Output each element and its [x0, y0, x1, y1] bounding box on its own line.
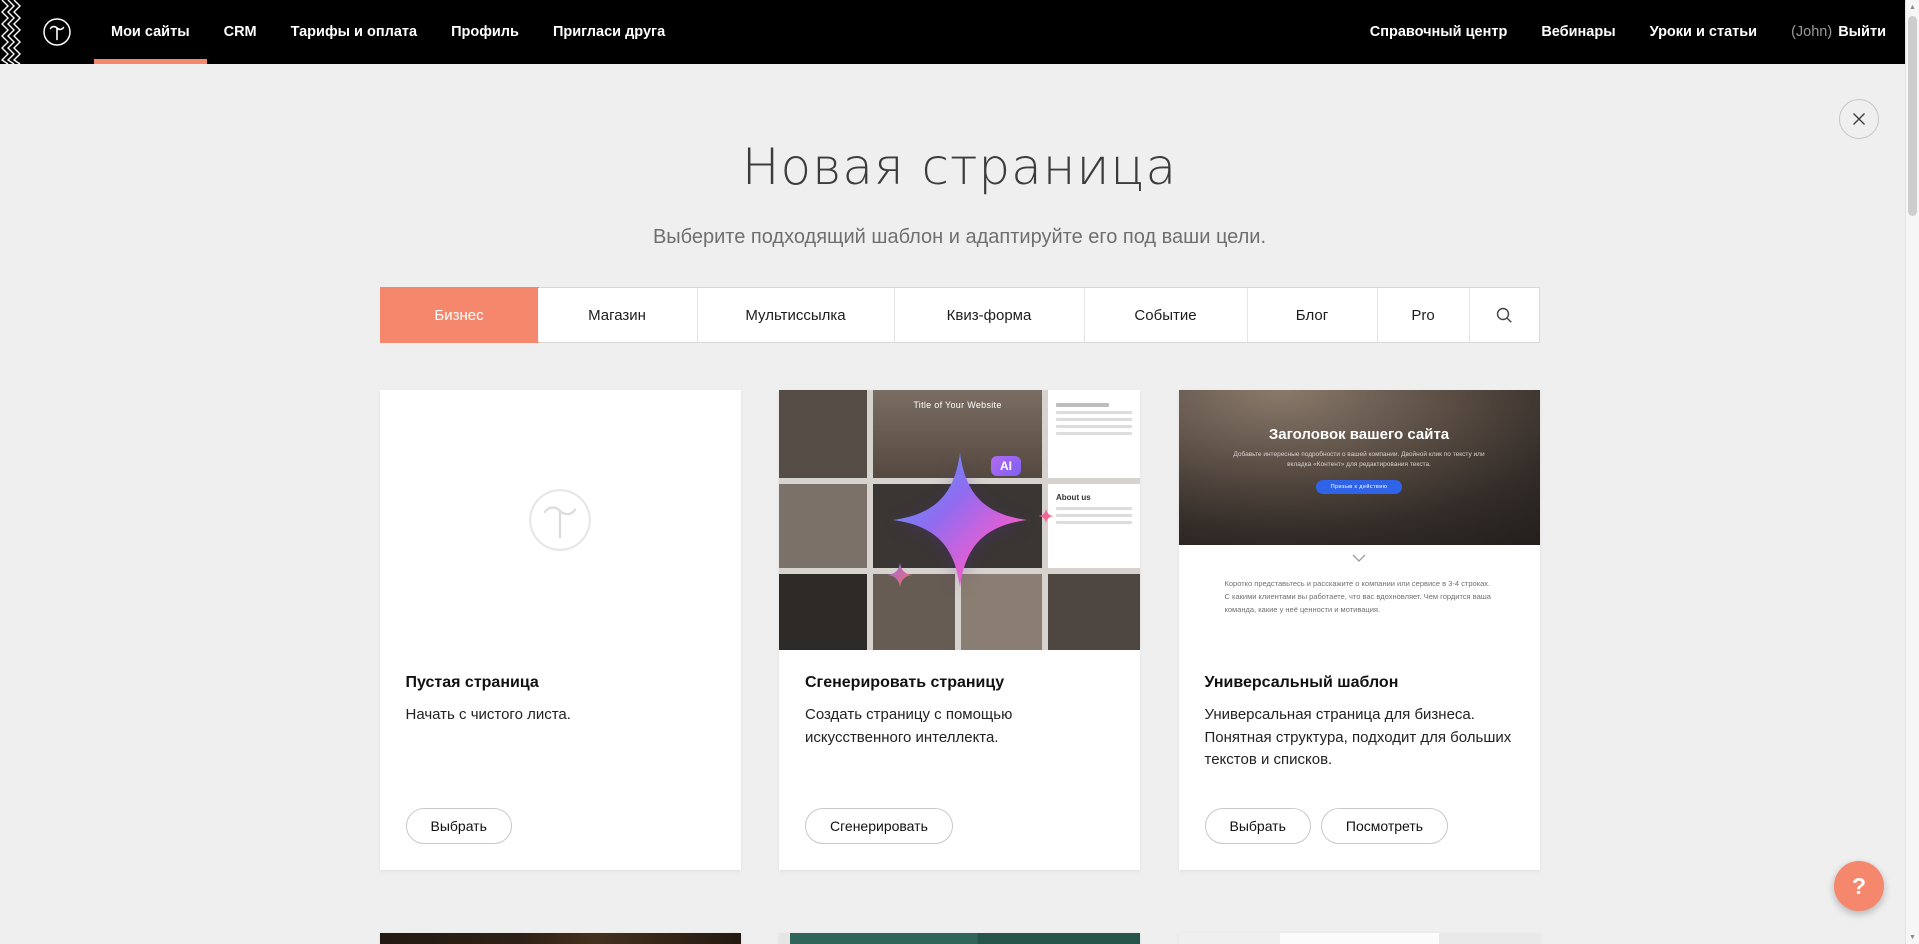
ai-collage-preview: Title of Your Website About us [779, 390, 1140, 650]
card-description: Начать с чистого листа. [406, 704, 715, 727]
preview-body-text: Коротко представьтесь и расскажите о ком… [1179, 570, 1540, 650]
tab-multilink[interactable]: Мультиссылка [698, 288, 895, 342]
template-preview-partial [1179, 933, 1540, 944]
tilda-watermark-icon [521, 481, 599, 559]
collage-tile-title: Title of Your Website [873, 390, 1042, 478]
preview-hero-subtitle: Добавьте интересные подробности о вашей … [1229, 450, 1489, 471]
preview-chevron-strip [1179, 545, 1540, 570]
tab-search[interactable] [1470, 288, 1539, 342]
template-card-blank[interactable]: Пустая страница Начать с чистого листа. … [380, 390, 741, 870]
collage-tile [961, 574, 1043, 650]
preview-site-title: Title of Your Website [873, 400, 1042, 410]
collage-tile [873, 574, 955, 650]
tilda-logo-icon[interactable] [40, 0, 74, 64]
collage-tile-text [1048, 390, 1140, 478]
collage-tile [1048, 574, 1140, 650]
nav-invite-friend[interactable]: Пригласи друга [536, 0, 682, 64]
nav-user-logout[interactable]: (John) Выйти [1774, 0, 1903, 64]
scrollbar[interactable]: ▲ ▼ [1905, 0, 1919, 944]
preview-about-label: About us [1056, 493, 1132, 502]
template-category-tabs: Бизнес Магазин Мультиссылка Квиз-форма С… [380, 287, 1540, 343]
scroll-up-arrow-icon[interactable]: ▲ [1906, 0, 1919, 14]
preview-hero-button: Призыв к действию [1316, 480, 1402, 494]
nav-profile[interactable]: Профиль [434, 0, 536, 64]
card-description: Универсальная страница для бизнеса. Поня… [1205, 704, 1514, 772]
text-placeholder-bar [1056, 507, 1132, 510]
preview-hero: Заголовок вашего сайта Добавьте интересн… [1179, 390, 1540, 545]
card-title: Сгенерировать страницу [805, 674, 1114, 692]
scrollbar-thumb[interactable] [1908, 16, 1917, 216]
tab-blog[interactable]: Блог [1248, 288, 1378, 342]
chevron-down-icon [1352, 554, 1366, 562]
logout-link[interactable]: Выйти [1838, 24, 1886, 40]
template-card-partial-3[interactable] [1179, 933, 1540, 944]
template-card-ai-generate[interactable]: Title of Your Website About us [779, 390, 1140, 870]
secondary-nav: Справочный центр Вебинары Уроки и статьи… [1353, 0, 1903, 64]
zigzag-pattern-decoration [0, 0, 22, 64]
close-button[interactable] [1839, 99, 1879, 139]
collage-grid: Title of Your Website About us [779, 390, 1140, 650]
text-placeholder-bar [1056, 521, 1132, 524]
page-title: Новая страница [0, 138, 1919, 196]
tab-quiz-form[interactable]: Квиз-форма [895, 288, 1085, 342]
collage-tile [779, 390, 867, 478]
top-navbar: Мои сайты CRM Тарифы и оплата Профиль Пр… [0, 0, 1919, 64]
select-blank-button[interactable]: Выбрать [406, 808, 512, 844]
generate-button[interactable]: Сгенерировать [805, 808, 953, 844]
template-card-partial-2[interactable] [779, 933, 1140, 944]
card-description: Создать страницу с помощью искусственног… [805, 704, 1114, 749]
text-placeholder-bar [1056, 403, 1109, 407]
card-footer: Сгенерировать [779, 808, 1140, 870]
scroll-down-arrow-icon[interactable]: ▼ [1906, 930, 1919, 944]
text-placeholder-bar [1056, 514, 1132, 517]
card-body: Сгенерировать страницу Создать страницу … [779, 650, 1140, 749]
tab-pro[interactable]: Pro [1378, 288, 1470, 342]
collage-tile [779, 574, 867, 650]
tab-shop[interactable]: Магазин [538, 288, 698, 342]
nav-my-sites[interactable]: Мои сайты [94, 0, 207, 64]
template-card-partial-1[interactable] [380, 933, 741, 944]
page-subtitle: Выберите подходящий шаблон и адаптируйте… [0, 226, 1919, 249]
text-placeholder-bar [1056, 425, 1132, 428]
zigzag-icon [0, 0, 22, 64]
tab-business[interactable]: Бизнес [381, 288, 538, 342]
template-grid: Пустая страница Начать с чистого листа. … [380, 390, 1540, 944]
nav-tariffs[interactable]: Тарифы и оплата [274, 0, 434, 64]
nav-webinars[interactable]: Вебинары [1524, 0, 1632, 64]
close-icon [1851, 111, 1867, 127]
text-placeholder-bar [1056, 411, 1132, 414]
collage-tile [873, 484, 1042, 568]
new-page-dialog: Новая страница Выберите подходящий шабло… [0, 138, 1919, 944]
card-title: Универсальный шаблон [1205, 674, 1514, 692]
select-universal-button[interactable]: Выбрать [1205, 808, 1311, 844]
preview-hero-title: Заголовок вашего сайта [1179, 426, 1540, 443]
help-button[interactable]: ? [1834, 861, 1884, 911]
card-body: Универсальный шаблон Универсальная стран… [1179, 650, 1540, 772]
tab-event[interactable]: Событие [1085, 288, 1248, 342]
collage-tile [779, 484, 867, 568]
search-icon [1495, 306, 1513, 324]
template-card-universal[interactable]: Заголовок вашего сайта Добавьте интересн… [1179, 390, 1540, 870]
nav-lessons-articles[interactable]: Уроки и статьи [1633, 0, 1774, 64]
template-preview-partial [779, 933, 1140, 944]
user-name: (John) [1791, 24, 1832, 40]
text-placeholder-bar [1056, 432, 1132, 435]
text-placeholder-bar [1056, 418, 1132, 421]
main-nav: Мои сайты CRM Тарифы и оплата Профиль Пр… [94, 0, 682, 64]
nav-help-center[interactable]: Справочный центр [1353, 0, 1525, 64]
blank-page-preview [380, 390, 741, 650]
card-footer: Выбрать [380, 808, 741, 870]
collage-tile-about: About us [1048, 484, 1140, 568]
universal-template-preview: Заголовок вашего сайта Добавьте интересн… [1179, 390, 1540, 650]
card-footer: Выбрать Посмотреть [1179, 808, 1540, 870]
card-title: Пустая страница [406, 674, 715, 692]
template-preview-partial [380, 933, 741, 944]
nav-crm[interactable]: CRM [207, 0, 274, 64]
preview-universal-button[interactable]: Посмотреть [1321, 808, 1448, 844]
card-body: Пустая страница Начать с чистого листа. [380, 650, 741, 727]
